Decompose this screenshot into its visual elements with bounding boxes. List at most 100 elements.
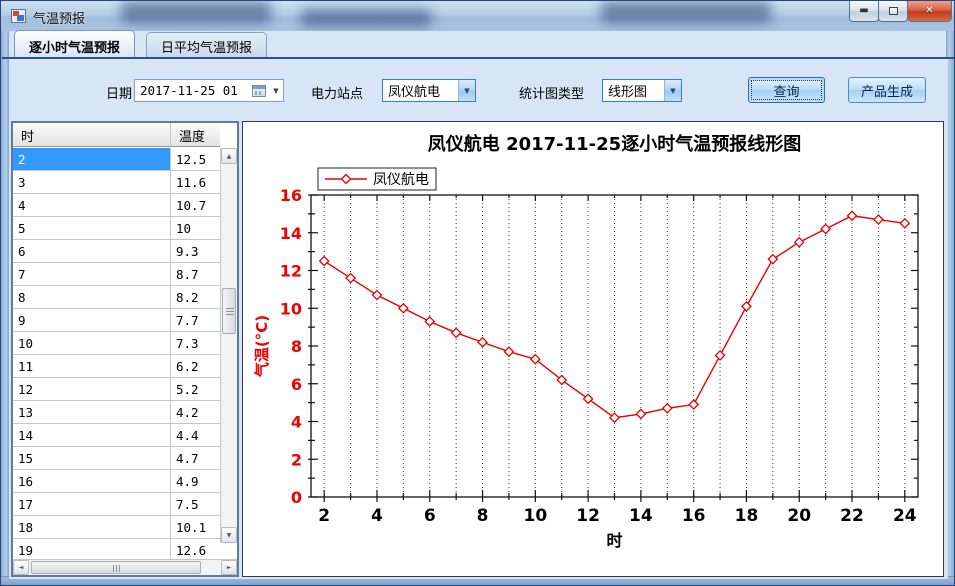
data-point	[716, 351, 725, 360]
x-tick-label: 10	[523, 506, 547, 526]
vertical-scroll-thumb[interactable]	[222, 288, 236, 334]
cell-hour[interactable]: 9	[13, 309, 171, 331]
cell-temperature[interactable]: 10.7	[171, 194, 220, 216]
cell-hour[interactable]: 8	[13, 286, 171, 308]
table-row[interactable]: 116.2	[13, 355, 220, 378]
table-row[interactable]: 97.7	[13, 309, 220, 332]
x-tick-label: 18	[735, 506, 759, 526]
table-row[interactable]: 510	[13, 217, 220, 240]
cell-temperature[interactable]: 7.7	[171, 309, 220, 331]
cell-temperature[interactable]: 6.2	[171, 355, 220, 377]
table-row[interactable]: 212.5	[13, 148, 220, 171]
cell-hour[interactable]: 15	[13, 447, 171, 469]
vertical-scrollbar[interactable]: ▲ ▼	[220, 148, 237, 543]
column-header-temperature[interactable]: 温度	[171, 123, 220, 146]
query-button[interactable]: 查询	[748, 77, 825, 103]
cell-hour[interactable]: 19	[13, 539, 171, 559]
cell-temperature[interactable]: 12.6	[171, 539, 220, 559]
chart-panel: 凤仪航电 2017-11-25逐小时气温预报线形图246810121416182…	[242, 121, 944, 577]
table-row[interactable]: 69.3	[13, 240, 220, 263]
generate-product-button[interactable]: 产品生成	[848, 77, 926, 103]
column-header-hour[interactable]: 时	[13, 123, 171, 146]
table-header-row: 时 温度	[13, 123, 220, 147]
cell-temperature[interactable]: 4.9	[171, 470, 220, 492]
cell-temperature[interactable]: 10	[171, 217, 220, 239]
close-button[interactable]: ✕	[907, 1, 952, 22]
table-row[interactable]: 311.6	[13, 171, 220, 194]
table-row[interactable]: 134.2	[13, 401, 220, 424]
cell-temperature[interactable]: 7.5	[171, 493, 220, 515]
cell-hour[interactable]: 16	[13, 470, 171, 492]
cell-temperature[interactable]: 7.3	[171, 332, 220, 354]
horizontal-scrollbar[interactable]: ◄ ►	[13, 559, 237, 575]
table-row[interactable]: 78.7	[13, 263, 220, 286]
temperature-line-chart: 凤仪航电 2017-11-25逐小时气温预报线形图246810121416182…	[243, 122, 943, 576]
data-point	[636, 409, 645, 418]
cell-hour[interactable]: 4	[13, 194, 171, 216]
cell-temperature[interactable]: 10.1	[171, 516, 220, 538]
cell-hour[interactable]: 2	[13, 148, 171, 170]
maximize-button[interactable]	[878, 1, 908, 22]
date-value: 2017-11-25 01	[135, 83, 252, 98]
calendar-icon[interactable]	[252, 85, 266, 97]
table-row[interactable]: 144.4	[13, 424, 220, 447]
data-point	[425, 317, 434, 326]
cell-temperature[interactable]: 9.3	[171, 240, 220, 262]
cell-hour[interactable]: 18	[13, 516, 171, 538]
table-row[interactable]: 107.3	[13, 332, 220, 355]
scroll-left-icon[interactable]: ◄	[13, 560, 29, 575]
table-row[interactable]: 1810.1	[13, 516, 220, 539]
data-point	[610, 413, 619, 422]
glass-reflection	[301, 9, 431, 27]
titlebar[interactable]: 气温预报 ▬ ✕	[1, 1, 955, 31]
cell-temperature[interactable]: 4.4	[171, 424, 220, 446]
cell-hour[interactable]: 3	[13, 171, 171, 193]
app-window: 气温预报 ▬ ✕ 逐小时气温预报 日平均气温预报 日期 2017-11-25 0…	[0, 0, 955, 586]
legend-label: 凤仪航电	[373, 172, 429, 188]
cell-hour[interactable]: 11	[13, 355, 171, 377]
chart-type-value: 线形图	[603, 81, 664, 100]
cell-temperature[interactable]: 12.5	[171, 148, 220, 170]
cell-hour[interactable]: 5	[13, 217, 171, 239]
x-tick-label: 20	[787, 506, 811, 526]
table-row[interactable]: 125.2	[13, 378, 220, 401]
y-tick-label: 0	[291, 488, 302, 507]
cell-hour[interactable]: 14	[13, 424, 171, 446]
cell-hour[interactable]: 7	[13, 263, 171, 285]
cell-temperature[interactable]: 11.6	[171, 171, 220, 193]
cell-temperature[interactable]: 8.2	[171, 286, 220, 308]
minimize-button[interactable]: ▬	[849, 1, 879, 22]
scroll-up-icon[interactable]: ▲	[221, 148, 237, 164]
chart-type-dropdown-icon[interactable]: ▼	[664, 80, 681, 101]
cell-hour[interactable]: 13	[13, 401, 171, 423]
table-row[interactable]: 154.7	[13, 447, 220, 470]
cell-hour[interactable]: 17	[13, 493, 171, 515]
cell-hour[interactable]: 6	[13, 240, 171, 262]
data-point	[742, 302, 751, 311]
table-row[interactable]: 164.9	[13, 470, 220, 493]
date-picker[interactable]: 2017-11-25 01 ▼	[134, 79, 284, 102]
cell-hour[interactable]: 10	[13, 332, 171, 354]
station-dropdown-icon[interactable]: ▼	[458, 80, 475, 101]
cell-hour[interactable]: 12	[13, 378, 171, 400]
station-combobox[interactable]: 凤仪航电 ▼	[382, 79, 476, 102]
chart-type-combobox[interactable]: 线形图 ▼	[602, 79, 682, 102]
cell-temperature[interactable]: 8.7	[171, 263, 220, 285]
table-row[interactable]: 88.2	[13, 286, 220, 309]
cell-temperature[interactable]: 4.2	[171, 401, 220, 423]
tab-daily-average-forecast[interactable]: 日平均气温预报	[146, 32, 267, 57]
data-point	[399, 304, 408, 313]
window-frame-left	[1, 31, 9, 579]
station-value: 凤仪航电	[383, 81, 458, 100]
date-dropdown-icon[interactable]: ▼	[269, 87, 283, 95]
scroll-down-icon[interactable]: ▼	[221, 527, 237, 543]
data-point	[663, 404, 672, 413]
table-row[interactable]: 410.7	[13, 194, 220, 217]
scroll-right-icon[interactable]: ►	[221, 560, 237, 575]
table-row[interactable]: 1912.6	[13, 539, 220, 559]
tab-hourly-forecast[interactable]: 逐小时气温预报	[14, 30, 135, 57]
cell-temperature[interactable]: 5.2	[171, 378, 220, 400]
horizontal-scroll-thumb[interactable]	[31, 561, 201, 574]
table-row[interactable]: 177.5	[13, 493, 220, 516]
cell-temperature[interactable]: 4.7	[171, 447, 220, 469]
